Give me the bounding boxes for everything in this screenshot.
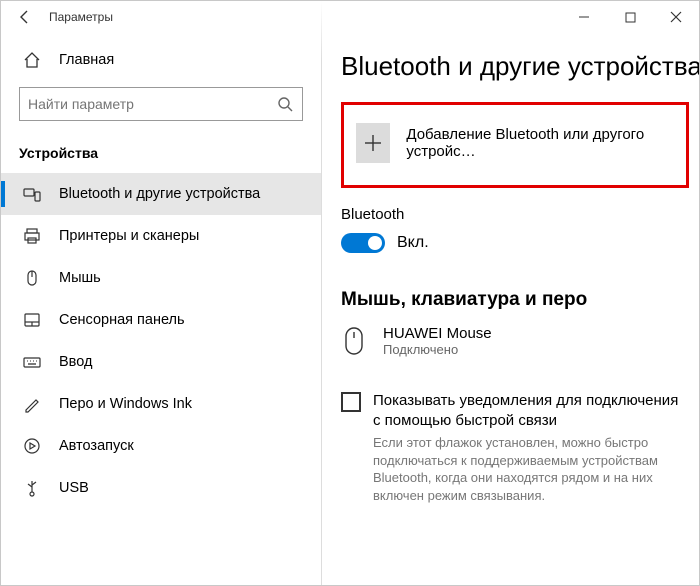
search-icon <box>276 95 294 113</box>
add-device-label: Добавление Bluetooth или другого устройс… <box>406 126 674 160</box>
sidebar-item-label: Мышь <box>59 270 101 286</box>
sidebar-item-mouse[interactable]: Мышь <box>1 257 321 299</box>
home-label: Главная <box>59 52 114 68</box>
sidebar-item-label: Сенсорная панель <box>59 312 185 328</box>
touchpad-icon <box>23 311 41 329</box>
sidebar-item-usb[interactable]: USB <box>1 467 321 509</box>
sidebar-item-pen[interactable]: Перо и Windows Ink <box>1 383 321 425</box>
sidebar-item-label: Перо и Windows Ink <box>59 396 192 412</box>
autoplay-icon <box>23 437 41 455</box>
back-button[interactable] <box>1 1 49 33</box>
page-title: Bluetooth и другие устройства <box>341 51 689 82</box>
sidebar-item-label: Принтеры и сканеры <box>59 228 199 244</box>
device-status: Подключено <box>383 342 492 357</box>
sidebar-item-label: USB <box>59 480 89 496</box>
plus-icon <box>356 123 390 163</box>
device-item[interactable]: HUAWEI Mouse Подключено <box>341 325 689 357</box>
section-heading: Мышь, клавиатура и перо <box>341 289 689 311</box>
pen-icon <box>23 395 41 413</box>
close-button[interactable] <box>653 1 699 33</box>
home-icon <box>23 51 41 69</box>
main-panel: Bluetooth и другие устройства Добавление… <box>321 33 699 585</box>
sidebar-item-printers[interactable]: Принтеры и сканеры <box>1 215 321 257</box>
maximize-button[interactable] <box>607 1 653 33</box>
sidebar-item-bluetooth[interactable]: Bluetooth и другие устройства <box>1 173 321 215</box>
window-title: Параметры <box>49 10 113 24</box>
home-link[interactable]: Главная <box>1 41 321 83</box>
bluetooth-state: Вкл. <box>397 234 429 252</box>
title-bar: Параметры <box>1 1 699 33</box>
sidebar-item-autoplay[interactable]: Автозапуск <box>1 425 321 467</box>
add-device-button[interactable]: Добавление Bluetooth или другого устройс… <box>341 102 689 188</box>
swift-pair-help: Если этот флажок установлен, можно быстр… <box>373 434 689 504</box>
minimize-button[interactable] <box>561 1 607 33</box>
printer-icon <box>23 227 41 245</box>
swift-pair-label: Показывать уведомления для подключения с… <box>373 391 689 430</box>
sidebar-item-touchpad[interactable]: Сенсорная панель <box>1 299 321 341</box>
bluetooth-label: Bluetooth <box>341 206 689 223</box>
search-input[interactable] <box>28 94 276 114</box>
swift-pair-checkbox[interactable] <box>341 392 361 412</box>
divider <box>321 1 322 585</box>
keyboard-icon <box>23 353 41 371</box>
sidebar-item-typing[interactable]: Ввод <box>1 341 321 383</box>
sidebar-item-label: Bluetooth и другие устройства <box>59 186 260 202</box>
sidebar-item-label: Ввод <box>59 354 92 370</box>
sidebar-item-label: Автозапуск <box>59 438 134 454</box>
bluetooth-toggle[interactable] <box>341 233 385 253</box>
bluetooth-devices-icon <box>23 185 41 203</box>
sidebar: Главная Устройства Bluetooth и другие ус… <box>1 33 321 585</box>
mouse-device-icon <box>341 325 367 357</box>
device-name: HUAWEI Mouse <box>383 325 492 342</box>
usb-icon <box>23 479 41 497</box>
mouse-icon <box>23 269 41 287</box>
search-box[interactable] <box>19 87 303 121</box>
category-heading: Устройства <box>1 131 321 173</box>
